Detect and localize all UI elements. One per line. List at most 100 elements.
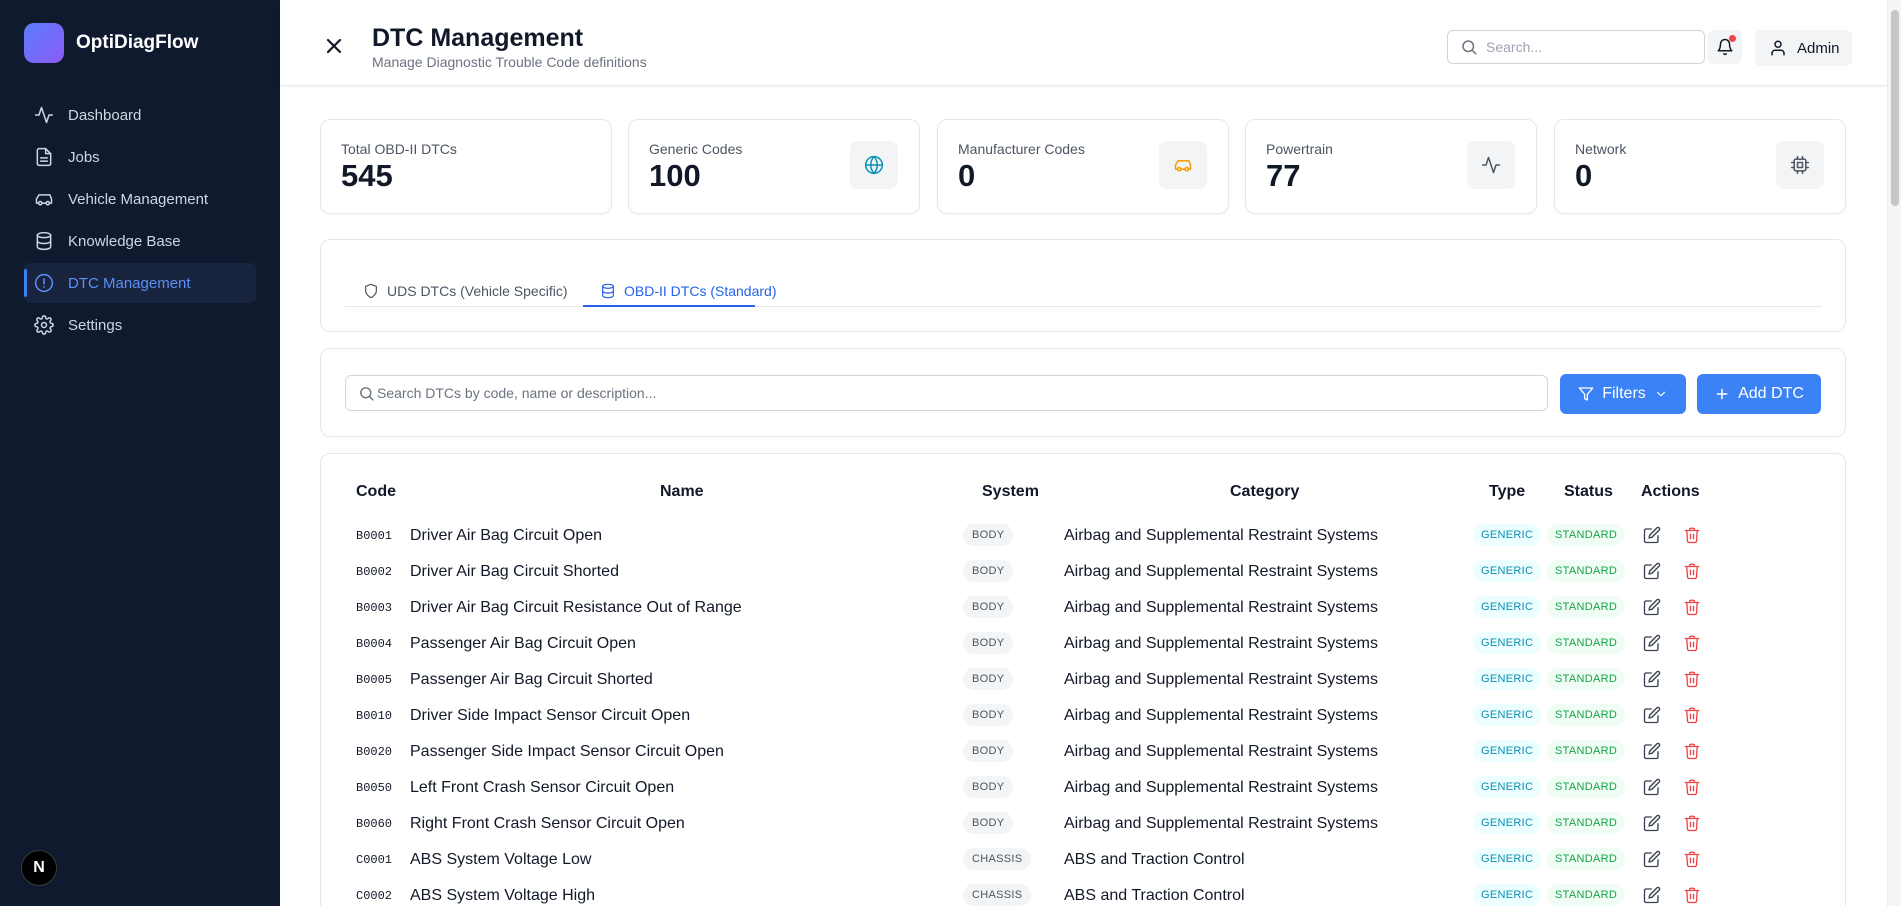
- dtc-name: Passenger Air Bag Circuit Open: [410, 635, 636, 652]
- header-search[interactable]: [1447, 30, 1705, 64]
- column-header-system[interactable]: System: [982, 483, 1039, 501]
- user-name: Admin: [1797, 39, 1840, 57]
- column-header-type[interactable]: Type: [1489, 483, 1525, 501]
- dtc-search-input[interactable]: [377, 385, 1527, 401]
- edit-button[interactable]: [1643, 670, 1661, 688]
- tab-uds-dtcs[interactable]: UDS DTCs (Vehicle Specific): [363, 276, 568, 306]
- dtc-name: ABS System Voltage High: [410, 887, 595, 904]
- type-badge: GENERIC: [1473, 848, 1542, 870]
- stat-label: Generic Codes: [649, 141, 743, 157]
- sidebar-item-jobs[interactable]: Jobs: [24, 137, 256, 177]
- dtc-name: Driver Air Bag Circuit Resistance Out of…: [410, 599, 742, 616]
- system-badge: BODY: [963, 596, 1014, 618]
- sidebar: OptiDiagFlow Dashboard Jobs Vehicle Mana…: [0, 0, 280, 906]
- filters-label: Filters: [1602, 385, 1646, 402]
- add-dtc-button[interactable]: Add DTC: [1697, 374, 1821, 414]
- system-badge: BODY: [963, 776, 1014, 798]
- table-row[interactable]: B0020 Passenger Side Impact Sensor Circu…: [321, 734, 1721, 770]
- delete-button[interactable]: [1683, 850, 1701, 868]
- system-badge: BODY: [963, 632, 1014, 654]
- stat-card-manufacturer: Manufacturer Codes 0: [937, 119, 1229, 214]
- trash-icon: [1684, 815, 1700, 832]
- app-name: OptiDiagFlow: [76, 32, 199, 53]
- dtc-table: Code Name System Category Type Status Ac…: [320, 453, 1846, 906]
- column-header-category[interactable]: Category: [1230, 483, 1299, 501]
- column-header-name[interactable]: Name: [660, 483, 704, 501]
- table-row[interactable]: C0002 ABS System Voltage High CHASSIS AB…: [321, 878, 1721, 906]
- delete-button[interactable]: [1683, 706, 1701, 724]
- edit-icon: [1643, 778, 1661, 796]
- stat-label: Manufacturer Codes: [958, 141, 1085, 157]
- delete-button[interactable]: [1683, 742, 1701, 760]
- table-row[interactable]: B0010 Driver Side Impact Sensor Circuit …: [321, 698, 1721, 734]
- edit-button[interactable]: [1643, 814, 1661, 832]
- delete-button[interactable]: [1683, 526, 1701, 544]
- table-row[interactable]: B0060 Right Front Crash Sensor Circuit O…: [321, 806, 1721, 842]
- delete-button[interactable]: [1683, 670, 1701, 688]
- stat-value: 77: [1266, 158, 1301, 193]
- table-row[interactable]: B0005 Passenger Air Bag Circuit Shorted …: [321, 662, 1721, 698]
- delete-button[interactable]: [1683, 814, 1701, 832]
- type-badge: GENERIC: [1473, 812, 1542, 834]
- dtc-category: Airbag and Supplemental Restraint System…: [1064, 815, 1378, 832]
- type-badge: GENERIC: [1473, 596, 1542, 618]
- dtc-search[interactable]: [345, 375, 1548, 411]
- activity-icon: [1467, 141, 1515, 189]
- stat-value: 100: [649, 158, 701, 193]
- edit-button[interactable]: [1643, 634, 1661, 652]
- table-row[interactable]: B0004 Passenger Air Bag Circuit Open BOD…: [321, 626, 1721, 662]
- table-row[interactable]: B0003 Driver Air Bag Circuit Resistance …: [321, 590, 1721, 626]
- scrollbar-thumb[interactable]: [1891, 10, 1899, 206]
- type-badge: GENERIC: [1473, 704, 1542, 726]
- delete-button[interactable]: [1683, 634, 1701, 652]
- table-row[interactable]: B0002 Driver Air Bag Circuit Shorted BOD…: [321, 554, 1721, 590]
- sidebar-item-vehicle-management[interactable]: Vehicle Management: [24, 179, 256, 219]
- edit-button[interactable]: [1643, 598, 1661, 616]
- column-header-code[interactable]: Code: [356, 483, 396, 501]
- brand[interactable]: OptiDiagFlow: [24, 23, 198, 63]
- next-dev-badge[interactable]: N: [21, 850, 57, 886]
- stat-card-powertrain: Powertrain 77: [1245, 119, 1537, 214]
- edit-button[interactable]: [1643, 706, 1661, 724]
- sidebar-item-settings[interactable]: Settings: [24, 305, 256, 345]
- notifications-button[interactable]: [1708, 30, 1742, 64]
- trash-icon: [1684, 563, 1700, 580]
- table-row[interactable]: B0001 Driver Air Bag Circuit Open BODY A…: [321, 518, 1721, 554]
- type-badge: GENERIC: [1473, 524, 1542, 546]
- status-badge: STANDARD: [1547, 560, 1626, 582]
- delete-button[interactable]: [1683, 886, 1701, 904]
- trash-icon: [1684, 743, 1700, 760]
- edit-button[interactable]: [1643, 886, 1661, 904]
- delete-button[interactable]: [1683, 562, 1701, 580]
- stat-value: 0: [958, 158, 976, 193]
- edit-icon: [1643, 526, 1661, 544]
- search-icon: [360, 386, 374, 401]
- sidebar-item-dashboard[interactable]: Dashboard: [24, 95, 256, 135]
- edit-button[interactable]: [1643, 562, 1661, 580]
- sidebar-item-dtc-management[interactable]: DTC Management: [24, 263, 256, 303]
- edit-button[interactable]: [1643, 850, 1661, 868]
- delete-button[interactable]: [1683, 778, 1701, 796]
- system-badge: CHASSIS: [963, 848, 1032, 870]
- edit-button[interactable]: [1643, 526, 1661, 544]
- filters-button[interactable]: Filters: [1560, 374, 1686, 414]
- sidebar-item-knowledge-base[interactable]: Knowledge Base: [24, 221, 256, 261]
- delete-button[interactable]: [1683, 598, 1701, 616]
- tab-obd-ii-dtcs[interactable]: OBD-II DTCs (Standard): [600, 276, 776, 306]
- edit-icon: [1643, 742, 1661, 760]
- filter-icon: [1578, 387, 1594, 401]
- type-badge: GENERIC: [1473, 776, 1542, 798]
- alert-circle-icon: [34, 273, 54, 293]
- table-row[interactable]: C0001 ABS System Voltage Low CHASSIS ABS…: [321, 842, 1721, 878]
- close-button[interactable]: [322, 34, 346, 58]
- edit-button[interactable]: [1643, 742, 1661, 760]
- database-icon: [602, 283, 614, 299]
- edit-button[interactable]: [1643, 778, 1661, 796]
- status-badge: STANDARD: [1547, 596, 1626, 618]
- table-row[interactable]: B0050 Left Front Crash Sensor Circuit Op…: [321, 770, 1721, 806]
- page-scrollbar[interactable]: [1887, 0, 1901, 906]
- column-header-status[interactable]: Status: [1564, 483, 1613, 501]
- user-menu-button[interactable]: Admin: [1755, 30, 1852, 66]
- trash-icon: [1684, 527, 1700, 544]
- header-search-input[interactable]: [1486, 39, 1686, 55]
